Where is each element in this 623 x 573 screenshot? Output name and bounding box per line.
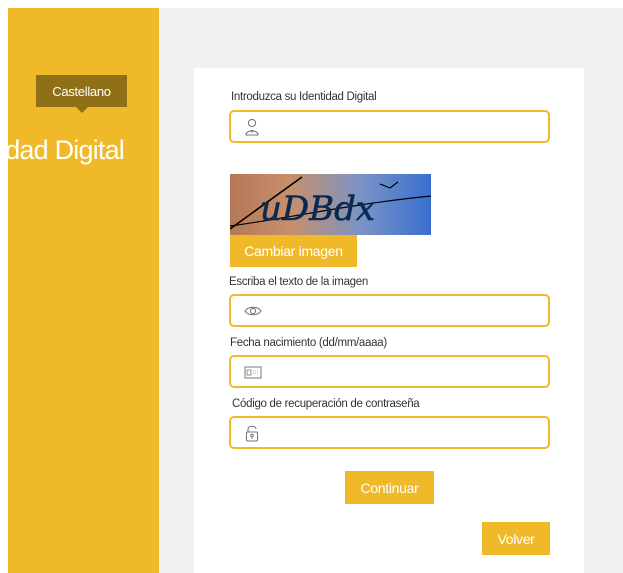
captcha-text-label: Escriba el texto de la imagen: [229, 276, 368, 288]
birthdate-field[interactable]: [229, 355, 550, 388]
change-image-button[interactable]: Cambiar imagen: [230, 235, 357, 267]
unlock-icon: [245, 425, 259, 442]
recovery-code-input[interactable]: [269, 420, 540, 445]
id-card-icon: [244, 366, 262, 379]
sidebar-title: dad Digital: [8, 135, 125, 165]
continue-button[interactable]: Continuar: [345, 471, 434, 504]
birthdate-input[interactable]: [269, 359, 540, 384]
identity-label: Introduzca su Identidad Digital: [231, 91, 377, 103]
captcha-graphic: uDBdx: [230, 176, 431, 230]
recovery-code-field[interactable]: [229, 416, 550, 449]
captcha-text-input[interactable]: [269, 298, 540, 323]
recovery-code-label: Código de recuperación de contraseña: [232, 398, 420, 410]
back-button[interactable]: Volver: [482, 522, 550, 555]
identity-input[interactable]: [269, 114, 540, 139]
sidebar: Castellano dad Digital: [8, 8, 159, 573]
language-selector[interactable]: Castellano: [36, 75, 127, 113]
captcha-text: uDBdx: [260, 189, 375, 229]
user-icon: [245, 118, 259, 136]
identity-field[interactable]: [229, 110, 550, 143]
eye-icon: [244, 306, 262, 316]
captcha-image: uDBdx: [230, 174, 431, 235]
captcha-text-field[interactable]: [229, 294, 550, 327]
birthdate-label: Fecha nacimiento (dd/mm/aaaa): [230, 337, 387, 349]
